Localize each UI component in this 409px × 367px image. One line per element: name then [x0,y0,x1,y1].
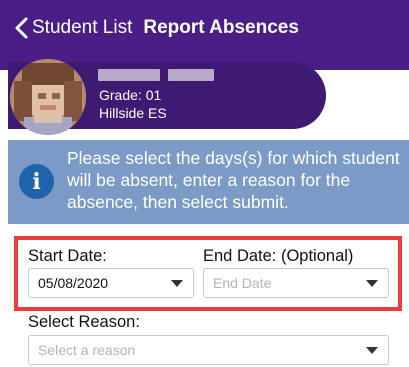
end-date-label: End Date: (Optional) [203,247,354,265]
student-grade: Grade: 01 [99,87,162,103]
chevron-down-icon [171,280,183,287]
back-button-label: Student List [32,17,133,38]
start-date-dropdown[interactable]: 05/08/2020 [28,268,194,298]
start-date-label: Start Date: [28,247,107,265]
info-banner: i Please select the days(s) for which st… [8,140,409,224]
student-name-redacted [98,69,214,83]
info-icon: i [19,164,54,199]
reason-placeholder: Select a reason [38,342,136,358]
chevron-down-icon [366,347,378,354]
chevron-left-icon [15,17,28,39]
student-school: Hillside ES [99,105,167,121]
start-date-value: 05/08/2020 [38,275,109,291]
end-date-placeholder: End Date [213,275,272,291]
reason-dropdown[interactable]: Select a reason [28,335,389,365]
chevron-down-icon [366,280,378,287]
back-button[interactable]: Student List [0,0,132,56]
end-date-dropdown[interactable]: End Date [203,268,389,298]
info-message: Please select the days(s) for which stud… [67,148,400,212]
nav-bar: Student List Report Absences [0,0,409,56]
avatar [10,59,86,135]
page-title: Report Absences [143,17,299,38]
reason-label: Select Reason: [28,313,140,331]
